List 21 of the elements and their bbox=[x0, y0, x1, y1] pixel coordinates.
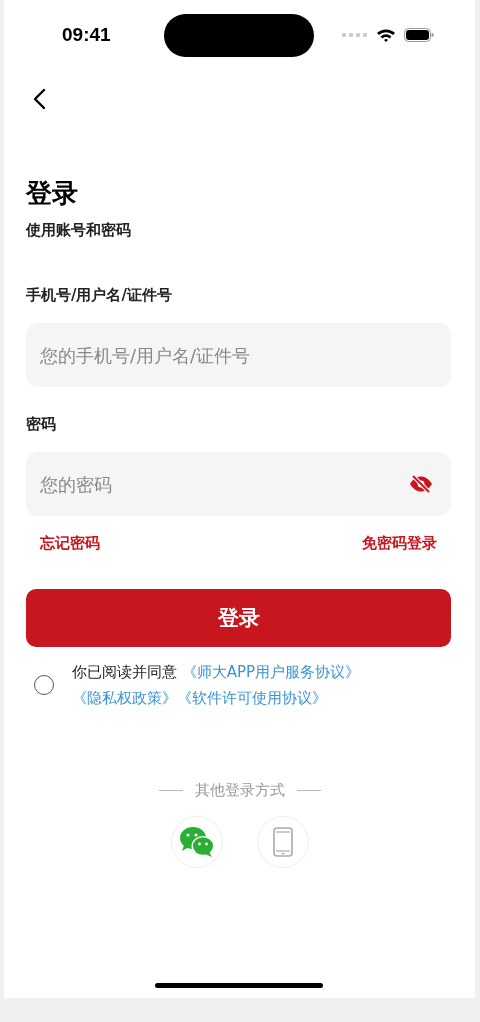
page-subtitle: 使用账号和密码 bbox=[26, 221, 132, 240]
wifi-icon bbox=[376, 28, 396, 42]
agreement-link[interactable]: 《软件许可使用协议》 bbox=[177, 689, 327, 707]
password-field[interactable]: 您的密码 bbox=[26, 452, 451, 516]
agreement-link[interactable]: 《师大APP用户服务协议》 bbox=[181, 663, 361, 681]
text-link[interactable]: 忘记密码 bbox=[40, 534, 100, 553]
status-time: 09:41 bbox=[62, 24, 112, 46]
signal-icon bbox=[342, 33, 368, 37]
battery-icon bbox=[404, 28, 434, 42]
field-label: 密码 bbox=[26, 415, 57, 434]
page-title: 登录 bbox=[26, 177, 79, 210]
field-label: 手机号/用户名/证件号 bbox=[26, 286, 173, 305]
agreement-text: 你已阅读并同意 《师大APP用户服务协议》 《隐私权政策》《软件许可使用协议》 bbox=[72, 662, 362, 709]
text-link[interactable]: 免密码登录 bbox=[362, 534, 437, 553]
chat-bubbles-icon bbox=[177, 825, 216, 859]
login-button[interactable]: 登录 bbox=[26, 589, 451, 647]
eye-slash-icon[interactable] bbox=[409, 474, 433, 494]
account-field[interactable]: 您的手机号/用户名/证件号 bbox=[26, 323, 451, 387]
agreement-link[interactable]: 《隐私权政策》 bbox=[72, 689, 177, 707]
phone-icon bbox=[272, 827, 293, 857]
other-login-label: 其他登录方式 bbox=[194, 781, 285, 800]
